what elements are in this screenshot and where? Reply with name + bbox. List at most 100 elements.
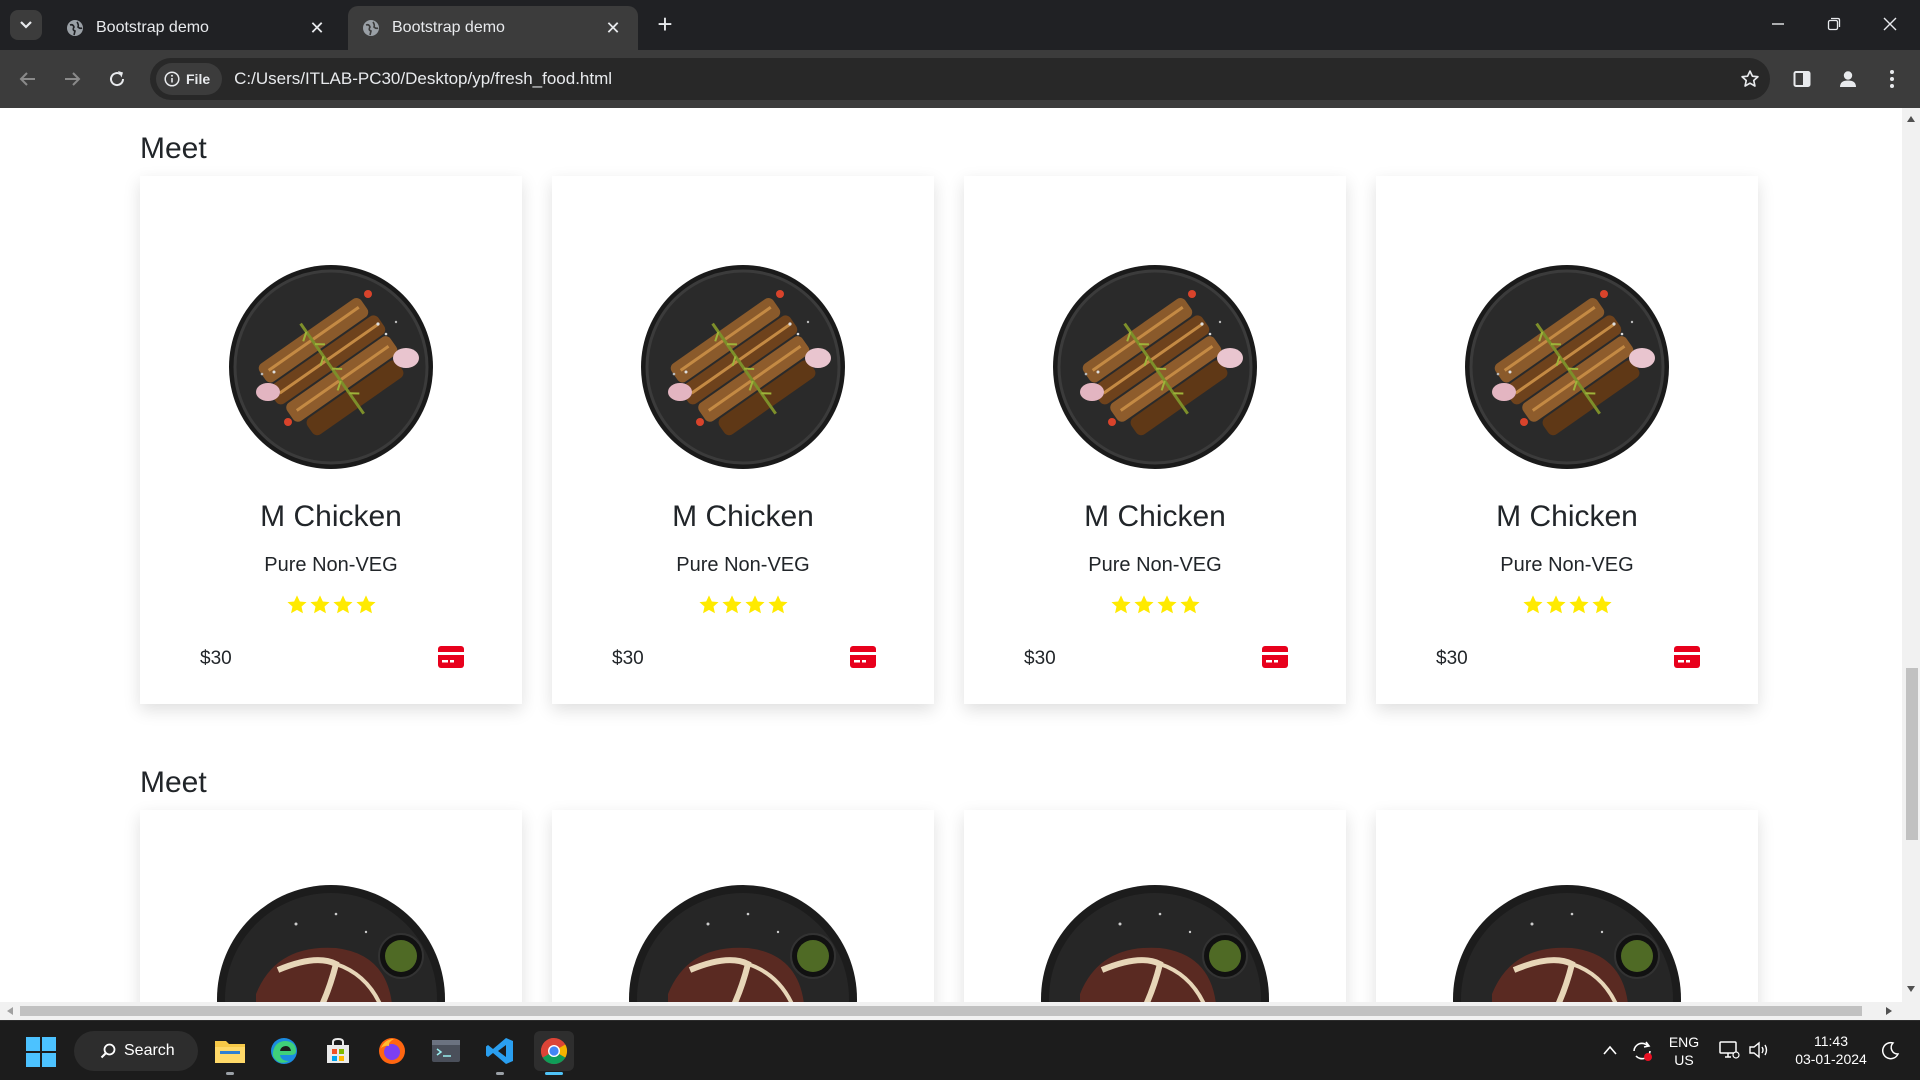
- chrome-app[interactable]: [534, 1031, 574, 1075]
- close-icon[interactable]: ✕: [602, 18, 624, 39]
- rating-stars: [1376, 594, 1758, 616]
- star-icon: [1156, 595, 1177, 614]
- dish-image: [641, 265, 845, 469]
- clock[interactable]: 11:43 03-01-2024: [1786, 1032, 1876, 1068]
- scheme-label: File: [186, 71, 211, 87]
- product-description: Pure Non-VEG: [676, 554, 810, 576]
- product-card[interactable]: M Chicken Pure Non-VEG $30: [552, 176, 934, 704]
- credit-card-icon[interactable]: [438, 646, 464, 668]
- edge-app[interactable]: [264, 1031, 304, 1071]
- focus-moon-icon[interactable]: [1880, 1041, 1900, 1061]
- section-title: Meet: [140, 766, 207, 799]
- url-text[interactable]: C:/Users/ITLAB-PC30/Desktop/yp/fresh_foo…: [234, 69, 1730, 89]
- rating-stars: [964, 594, 1346, 616]
- network-icon[interactable]: [1718, 1040, 1740, 1060]
- bookmark-button[interactable]: [1730, 69, 1770, 89]
- new-tab-button[interactable]: +: [650, 10, 680, 40]
- language-indicator[interactable]: ENG US: [1664, 1033, 1704, 1069]
- product-price: $30: [1436, 648, 1468, 669]
- restore-button[interactable]: [1806, 0, 1862, 48]
- product-name: M Chicken: [260, 500, 402, 533]
- tab-inactive[interactable]: Bootstrap demo ✕: [52, 6, 342, 50]
- terminal-icon: [432, 1040, 460, 1062]
- page-viewport: Meet M Chicken Pure Non-VEG $30 M Chicken Pu…: [0, 108, 1902, 1002]
- minimize-button[interactable]: [1750, 0, 1806, 48]
- side-panel-button[interactable]: [1786, 63, 1818, 95]
- star-icon: [1568, 595, 1589, 614]
- scroll-right-icon[interactable]: [1886, 1007, 1892, 1015]
- start-button[interactable]: [26, 1037, 56, 1067]
- globe-icon: [363, 20, 379, 36]
- arrow-left-icon: [19, 72, 35, 86]
- side-panel-icon: [1793, 71, 1811, 87]
- scroll-down-icon[interactable]: [1907, 986, 1915, 992]
- minimize-icon: [1772, 23, 1784, 25]
- product-card[interactable]: M Chicken Pure Non-VEG $30: [140, 176, 522, 704]
- vertical-scrollbar[interactable]: [1902, 108, 1920, 1002]
- star-outline-icon: [1741, 70, 1759, 87]
- product-card[interactable]: [964, 810, 1346, 1002]
- windows-logo-icon: [26, 1037, 56, 1067]
- star-icon: [1522, 595, 1543, 614]
- folder-icon: [215, 1041, 245, 1063]
- app-running-indicator: [496, 1072, 504, 1075]
- tab-active[interactable]: Bootstrap demo ✕: [348, 6, 638, 50]
- product-price: $30: [1024, 648, 1056, 669]
- horizontal-scroll-thumb[interactable]: [20, 1006, 1862, 1016]
- product-card[interactable]: [140, 810, 522, 1002]
- tab-search-button[interactable]: [10, 10, 42, 40]
- rating-stars: [140, 594, 522, 616]
- reload-button[interactable]: [101, 63, 133, 95]
- star-icon: [355, 595, 376, 614]
- tab-title: Bootstrap demo: [392, 19, 505, 36]
- dish-image: [1453, 885, 1681, 1002]
- profile-button[interactable]: [1832, 63, 1864, 95]
- forward-button[interactable]: [56, 63, 88, 95]
- scroll-up-icon[interactable]: [1907, 116, 1915, 122]
- tab-strip: Bootstrap demo ✕ Bootstrap demo ✕ +: [0, 0, 1920, 50]
- star-icon: [1110, 595, 1131, 614]
- windows-taskbar: Search ENG US 11:43 03-01-2024: [0, 1020, 1920, 1080]
- vscode-app[interactable]: [480, 1031, 520, 1075]
- product-card[interactable]: M Chicken Pure Non-VEG $30: [1376, 176, 1758, 704]
- microsoft-store-app[interactable]: [318, 1031, 358, 1071]
- scroll-left-icon[interactable]: [7, 1007, 13, 1015]
- close-window-button[interactable]: [1862, 0, 1918, 48]
- taskbar-search[interactable]: Search: [74, 1031, 198, 1071]
- info-icon: [164, 71, 180, 87]
- sync-icon[interactable]: [1630, 1039, 1654, 1063]
- arrow-right-icon: [65, 72, 81, 86]
- terminal-app[interactable]: [426, 1031, 466, 1071]
- keyboard-layout: US: [1674, 1052, 1694, 1068]
- horizontal-scrollbar[interactable]: [0, 1002, 1920, 1020]
- section-title: Meet: [140, 132, 207, 165]
- star-icon: [767, 595, 788, 614]
- product-card[interactable]: M Chicken Pure Non-VEG $30: [964, 176, 1346, 704]
- back-button[interactable]: [12, 63, 44, 95]
- credit-card-icon[interactable]: [850, 646, 876, 668]
- star-icon: [286, 595, 307, 614]
- reload-icon: [110, 71, 125, 87]
- menu-button[interactable]: [1876, 63, 1908, 95]
- chevron-up-icon[interactable]: [1602, 1045, 1618, 1055]
- app-running-indicator: [545, 1072, 563, 1075]
- firefox-app[interactable]: [372, 1031, 412, 1071]
- credit-card-icon[interactable]: [1262, 646, 1288, 668]
- volume-icon[interactable]: [1748, 1040, 1770, 1060]
- close-icon[interactable]: ✕: [306, 18, 328, 39]
- file-explorer-app[interactable]: [210, 1031, 250, 1075]
- clock-time: 11:43: [1814, 1033, 1848, 1049]
- site-info-chip[interactable]: File: [156, 63, 223, 95]
- product-card[interactable]: [1376, 810, 1758, 1002]
- star-icon: [744, 595, 765, 614]
- star-icon: [309, 595, 330, 614]
- credit-card-icon[interactable]: [1674, 646, 1700, 668]
- store-icon: [327, 1037, 349, 1063]
- product-card[interactable]: [552, 810, 934, 1002]
- star-icon: [1591, 595, 1612, 614]
- vertical-scroll-thumb[interactable]: [1906, 668, 1918, 840]
- rating-stars: [552, 594, 934, 616]
- restore-icon: [1827, 17, 1841, 31]
- dish-image: [1041, 885, 1269, 1002]
- address-bar[interactable]: File C:/Users/ITLAB-PC30/Desktop/yp/fres…: [150, 58, 1770, 100]
